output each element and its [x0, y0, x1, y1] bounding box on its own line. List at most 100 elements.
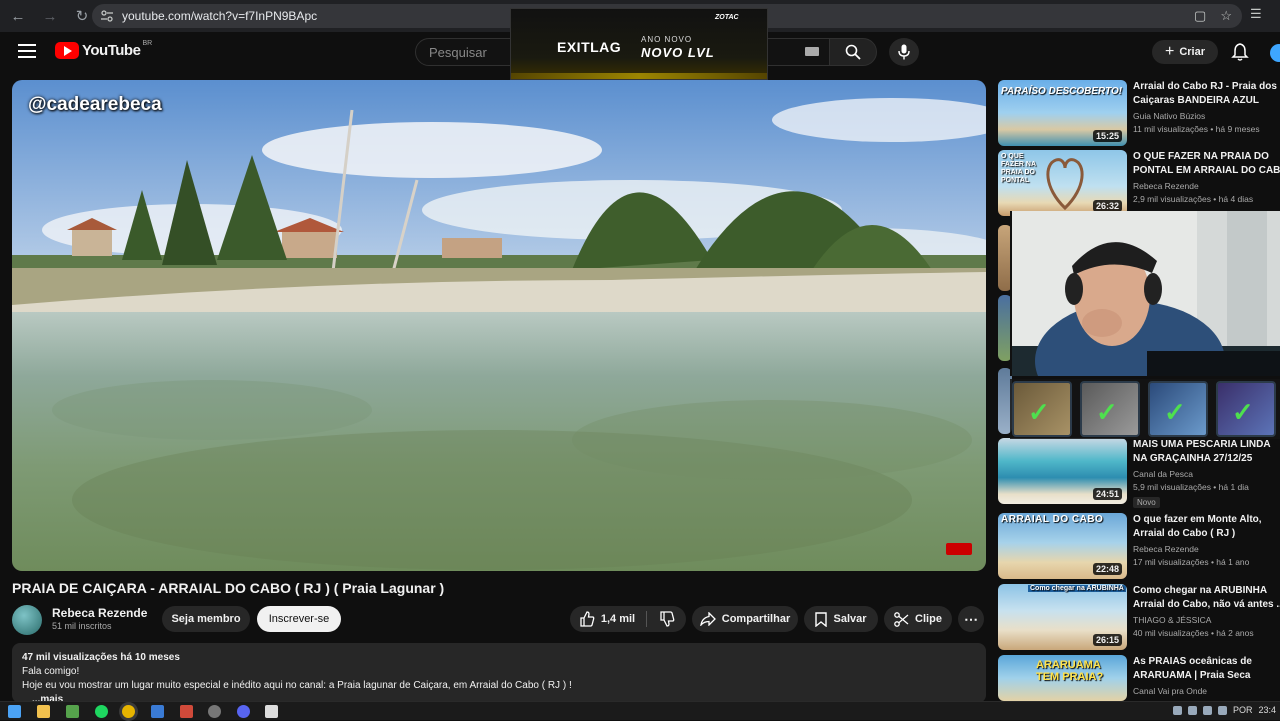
bookmark-star-icon[interactable]: ☆: [1220, 8, 1232, 24]
chrome-icon[interactable]: [122, 705, 135, 718]
video-title[interactable]: O QUE FAZER NA PRAIA DO PONTAL EM ARRAIA…: [1133, 150, 1280, 178]
recommended-video[interactable]: ARRAIAL DO CABO 22:48 O que fazer em Mon…: [998, 513, 1280, 579]
keyboard-icon[interactable]: [805, 47, 819, 56]
save-button[interactable]: Salvar: [804, 606, 878, 632]
file-explorer-icon[interactable]: [37, 705, 50, 718]
webcam-overlay: [1010, 211, 1280, 376]
thumbs-up-icon: [580, 611, 595, 627]
new-badge: Novo: [1133, 497, 1160, 508]
app-icon[interactable]: [265, 705, 278, 718]
clip-button[interactable]: Clipe: [884, 606, 952, 632]
recommended-video[interactable]: O QUE FAZER NA PRAIA DO PONTAL 26:32 O Q…: [998, 150, 1280, 216]
clock[interactable]: 23:4: [1258, 705, 1276, 715]
sponsor-overlay: ZOTAC EXITLAG ANO NOVO NOVO LVL: [510, 8, 768, 80]
channel-name[interactable]: Rebeca Rezende: [1133, 181, 1199, 191]
search-button[interactable]: [829, 38, 877, 66]
forward-icon[interactable]: →: [36, 2, 64, 30]
app-icon[interactable]: [180, 705, 193, 718]
video-meta: 40 mil visualizações • há 2 anos: [1133, 628, 1254, 638]
video-frame: [12, 80, 986, 571]
thumbnail-overlay-text: ARARUAMA TEM PRAIA?: [1036, 659, 1104, 683]
join-button[interactable]: Seja membro: [162, 606, 250, 632]
goal-tile: ✓: [1012, 381, 1072, 437]
video-thumbnail[interactable]: PARAÍSO DESCOBERTO! 15:25: [998, 80, 1127, 146]
back-icon[interactable]: ←: [4, 2, 32, 30]
channel-name[interactable]: Guia Nativo Búzios: [1133, 111, 1205, 121]
like-divider: [646, 611, 647, 627]
share-button[interactable]: Compartilhar: [692, 606, 798, 632]
video-title[interactable]: MAIS UMA PESCARIA LINDA NA GRAÇAINHA 27/…: [1133, 438, 1280, 466]
video-title[interactable]: Arraial do Cabo RJ - Praia dos Caiçaras …: [1133, 80, 1280, 108]
dislike-button[interactable]: [650, 606, 684, 632]
video-title[interactable]: O que fazer em Monte Alto, Arraial do Ca…: [1133, 513, 1280, 541]
video-thumbnail[interactable]: ARRAIAL DO CABO 22:48: [998, 513, 1127, 579]
goal-tile: ✓: [1216, 381, 1276, 437]
video-meta: 11 mil visualizações • há 9 meses: [1133, 124, 1260, 134]
channel-avatar[interactable]: [12, 605, 42, 635]
video-title[interactable]: Como chegar na ARUBINHA Arraial do Cabo,…: [1133, 584, 1280, 612]
channel-name[interactable]: Canal Vai pra Onde: [1133, 686, 1207, 696]
ad-glow: [511, 73, 767, 79]
app-icon[interactable]: [66, 705, 79, 718]
recommended-video[interactable]: Como chegar na ARUBINHA 26:15 Como chega…: [998, 584, 1280, 650]
title-line1: Como chegar na ARUBINHA: [1133, 585, 1268, 596]
youtube-logo[interactable]: YouTube BR: [55, 40, 153, 59]
install-icon[interactable]: ▢: [1194, 8, 1206, 24]
site-settings-icon[interactable]: [100, 9, 114, 23]
logo-country: BR: [142, 40, 153, 47]
checkmark-icon: ✓: [1232, 397, 1254, 427]
channel-name[interactable]: Rebeca Rezende: [1133, 544, 1199, 554]
video-thumbnail[interactable]: Como chegar na ARUBINHA 26:15: [998, 584, 1127, 650]
spotify-icon[interactable]: [95, 705, 108, 718]
video-title[interactable]: As PRAIAS oceânicas de ARARUAMA | Praia …: [1133, 655, 1280, 683]
input-language[interactable]: POR: [1233, 705, 1253, 715]
obs-icon[interactable]: [208, 705, 221, 718]
ad-line1: ANO NOVO: [641, 35, 693, 44]
sponsor-logo: ZOTAC: [715, 14, 739, 21]
search-icon: [845, 44, 861, 60]
title-line2: ARARUAMA | Praia Seca: [1133, 670, 1251, 681]
recommended-video[interactable]: 24:51 MAIS UMA PESCARIA LINDA NA GRAÇAIN…: [998, 438, 1280, 508]
subscribe-button[interactable]: Inscrever-se: [257, 606, 341, 632]
voice-search-button[interactable]: [889, 38, 919, 66]
channel-name[interactable]: Canal da Pesca: [1133, 469, 1193, 479]
url-text[interactable]: youtube.com/watch?v=f7InPN9BApc: [122, 9, 317, 23]
create-button[interactable]: + Criar: [1152, 40, 1218, 64]
heart-sculpture: [1046, 158, 1084, 211]
video-thumbnail[interactable]: 24:51: [998, 438, 1127, 504]
description-box[interactable]: 47 mil visualizações há 10 meses Fala co…: [12, 643, 986, 705]
share-icon: [699, 612, 716, 626]
system-tray: POR 23:4: [1172, 705, 1276, 715]
recommended-video[interactable]: PARAÍSO DESCOBERTO! 15:25 Arraial do Cab…: [998, 80, 1280, 146]
notifications-bell-icon[interactable]: [1230, 42, 1250, 62]
start-icon[interactable]: [8, 705, 21, 718]
like-button[interactable]: 1,4 mil: [570, 606, 644, 632]
discord-icon[interactable]: [237, 705, 250, 718]
title-line2: PONTAL EM ARRAIAL DO CABO: [1133, 165, 1280, 176]
volume-icon[interactable]: [1217, 705, 1227, 715]
title-line1: As PRAIAS oceânicas de: [1133, 656, 1252, 667]
search-placeholder: Pesquisar: [429, 44, 487, 60]
more-actions-icon[interactable]: ⋯: [958, 606, 984, 632]
bookmark-icon: [815, 611, 828, 627]
user-avatar[interactable]: [1270, 44, 1280, 62]
extensions-icon[interactable]: ☰: [1250, 6, 1270, 26]
video-meta: 17 mil visualizações • há 1 ano: [1133, 557, 1250, 567]
youtube-play-icon: [55, 42, 79, 59]
app-icon[interactable]: [151, 705, 164, 718]
save-label: Salvar: [833, 613, 867, 625]
microphone-icon: [898, 44, 910, 60]
channel-name[interactable]: THIAGO & JÉSSICA: [1133, 615, 1211, 625]
windows-taskbar: POR 23:4: [0, 701, 1280, 720]
channel-name[interactable]: Rebeca Rezende: [52, 606, 147, 620]
menu-icon[interactable]: [18, 44, 36, 58]
tray-icon[interactable]: [1172, 705, 1182, 715]
video-thumbnail[interactable]: O QUE FAZER NA PRAIA DO PONTAL 26:32: [998, 150, 1127, 216]
title-line2: Arraial do Cabo ( RJ ): [1133, 528, 1236, 539]
video-player[interactable]: @cadearebeca: [12, 80, 986, 571]
thumbs-down-icon: [660, 611, 675, 627]
tray-icon[interactable]: [1202, 705, 1212, 715]
thumbnail-overlay-text: ARRAIAL DO CABO: [1001, 514, 1104, 525]
tray-icon[interactable]: [1187, 705, 1197, 715]
video-thumbnail[interactable]: ARARUAMA TEM PRAIA?: [998, 655, 1127, 701]
